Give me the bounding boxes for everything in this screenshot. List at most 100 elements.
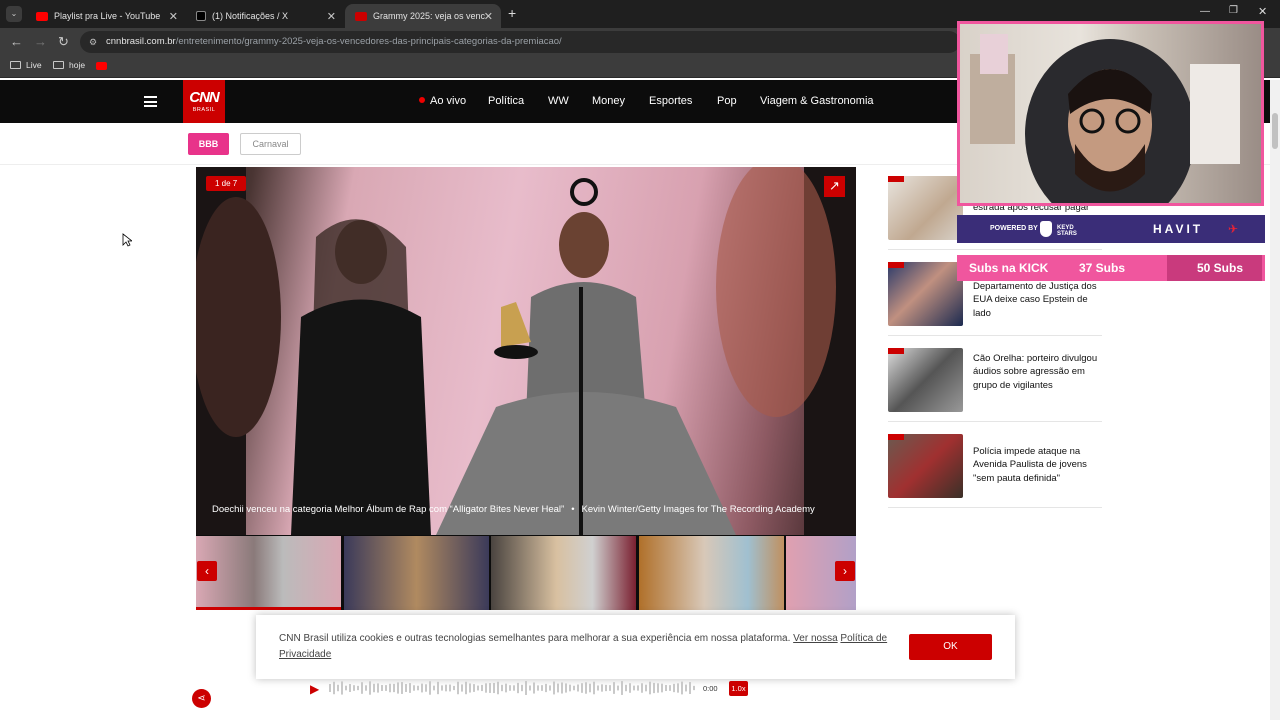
scrollbar-track[interactable]	[1270, 80, 1280, 720]
divider	[888, 421, 1102, 422]
new-tab-button[interactable]: +	[508, 5, 516, 21]
cnn-logo[interactable]: CNN BRASIL	[183, 80, 225, 123]
topic-carnaval[interactable]: Carnaval	[240, 133, 301, 155]
waveform-bar	[413, 685, 415, 691]
waveform-bar	[437, 681, 439, 695]
tab-title: Playlist pra Live - YouTube	[54, 11, 161, 21]
waveform-bar	[405, 684, 407, 692]
waveform-bar	[417, 685, 419, 691]
photo-gallery: 1 de 7 ↗ Doechii venceu na categoria Mel…	[196, 167, 856, 610]
nav-money[interactable]: Money	[592, 95, 625, 107]
kick-count: 37 Subs	[1079, 261, 1126, 275]
nav-politica[interactable]: Política	[488, 95, 524, 107]
tab-cnn[interactable]: Grammy 2025: veja os vencedo ✕	[345, 4, 501, 28]
thumbnail[interactable]	[196, 536, 341, 610]
waveform-bar	[429, 681, 431, 695]
tab-youtube[interactable]: Playlist pra Live - YouTube ✕	[26, 4, 186, 28]
waveform-bar	[653, 682, 655, 694]
close-icon[interactable]: ✕	[169, 10, 178, 23]
waveform-bar	[473, 684, 475, 692]
close-window-button[interactable]: ✕	[1258, 5, 1267, 18]
youtube-icon	[36, 11, 48, 21]
playback-speed-button[interactable]: 1.0x	[729, 681, 748, 696]
thumbnail[interactable]	[491, 536, 636, 610]
divider	[888, 335, 1102, 336]
thumbnail-strip: ‹ ›	[196, 536, 856, 610]
nav-ao-vivo[interactable]: Ao vivo	[419, 95, 466, 107]
waveform-bar	[537, 685, 539, 691]
waveform-bar	[421, 683, 423, 693]
bookmark-live[interactable]: Live	[10, 60, 42, 70]
minimize-button[interactable]: —	[1200, 6, 1210, 17]
privacy-link[interactable]: Ver nossa	[793, 633, 837, 644]
play-icon[interactable]: ▶	[310, 682, 319, 696]
waveform-bar	[645, 684, 647, 692]
tab-search-button[interactable]: ⌄	[6, 6, 22, 22]
thumbnail[interactable]	[344, 536, 489, 610]
menu-icon[interactable]	[144, 96, 157, 107]
photo-illustration	[196, 167, 856, 535]
waveform-bar	[573, 685, 575, 691]
kick-label: Subs na KICK	[969, 261, 1049, 275]
nav-ww[interactable]: WW	[548, 95, 569, 107]
keyd-logo-icon	[1040, 221, 1052, 237]
photo-caption: Doechii venceu na categoria Melhor Álbum…	[212, 504, 815, 515]
sponsor-logo-icon: ✈	[1228, 222, 1239, 236]
site-info-icon[interactable]: ⚙	[89, 31, 97, 53]
audio-waveform[interactable]	[329, 680, 695, 696]
share-icon[interactable]: ⋖	[192, 689, 211, 708]
bookmark-label: hoje	[69, 60, 86, 70]
waveform-bar	[557, 683, 559, 693]
waveform-bar	[345, 685, 347, 691]
folder-icon	[10, 61, 21, 69]
waveform-bar	[661, 683, 663, 693]
bookmark-youtube[interactable]	[96, 62, 107, 70]
youtube-icon	[96, 62, 107, 70]
waveform-bar	[529, 685, 531, 691]
reload-icon[interactable]: ↻	[58, 34, 69, 50]
waveform-bar	[373, 683, 375, 693]
nav-pop[interactable]: Pop	[717, 95, 737, 107]
waveform-bar	[493, 682, 495, 694]
nav-viagem[interactable]: Viagem & Gastronomia	[760, 95, 874, 107]
forward-icon[interactable]: →	[34, 34, 47, 50]
gallery-main-photo[interactable]: 1 de 7 ↗ Doechii venceu na categoria Mel…	[196, 167, 856, 535]
news-thumbnail	[888, 348, 963, 412]
waveform-bar	[393, 683, 395, 693]
waveform-bar	[565, 683, 567, 693]
divider	[888, 249, 1102, 250]
waveform-bar	[545, 683, 547, 693]
waveform-bar	[597, 685, 599, 691]
waveform-bar	[585, 682, 587, 694]
cookie-ok-button[interactable]: OK	[909, 634, 992, 660]
expand-icon[interactable]: ↗	[824, 176, 845, 197]
waveform-bar	[485, 683, 487, 693]
waveform-bar	[337, 684, 339, 692]
scrollbar-thumb[interactable]	[1272, 113, 1278, 149]
nav-esportes[interactable]: Esportes	[649, 95, 692, 107]
prev-arrow-icon[interactable]: ‹	[197, 561, 217, 581]
bookmark-hoje[interactable]: hoje	[53, 60, 85, 70]
waveform-bar	[357, 685, 359, 691]
waveform-bar	[633, 685, 635, 691]
sponsor-havit: HAVIT	[1153, 222, 1204, 236]
waveform-bar	[609, 685, 611, 691]
waveform-bar	[669, 685, 671, 691]
close-icon[interactable]: ✕	[327, 10, 336, 23]
topic-bbb[interactable]: BBB	[188, 133, 229, 155]
audio-time: 0:00	[703, 684, 718, 693]
cnn-icon	[355, 11, 367, 21]
tab-x[interactable]: (1) Notificações / X ✕	[186, 4, 344, 28]
url-input[interactable]: ⚙ cnnbrasil.com.br/entretenimento/grammy…	[80, 31, 960, 53]
news-title: Cão Orelha: porteiro divulgou áudios sob…	[973, 353, 1098, 391]
waveform-bar	[625, 684, 627, 692]
waveform-bar	[353, 685, 355, 691]
waveform-bar	[505, 683, 507, 693]
next-arrow-icon[interactable]: ›	[835, 561, 855, 581]
divider	[888, 507, 1102, 508]
thumbnail[interactable]	[639, 536, 784, 610]
close-icon[interactable]: ✕	[484, 10, 493, 23]
restore-button[interactable]: ❐	[1229, 5, 1238, 16]
webcam-overlay	[957, 21, 1264, 206]
back-icon[interactable]: ←	[10, 34, 23, 50]
